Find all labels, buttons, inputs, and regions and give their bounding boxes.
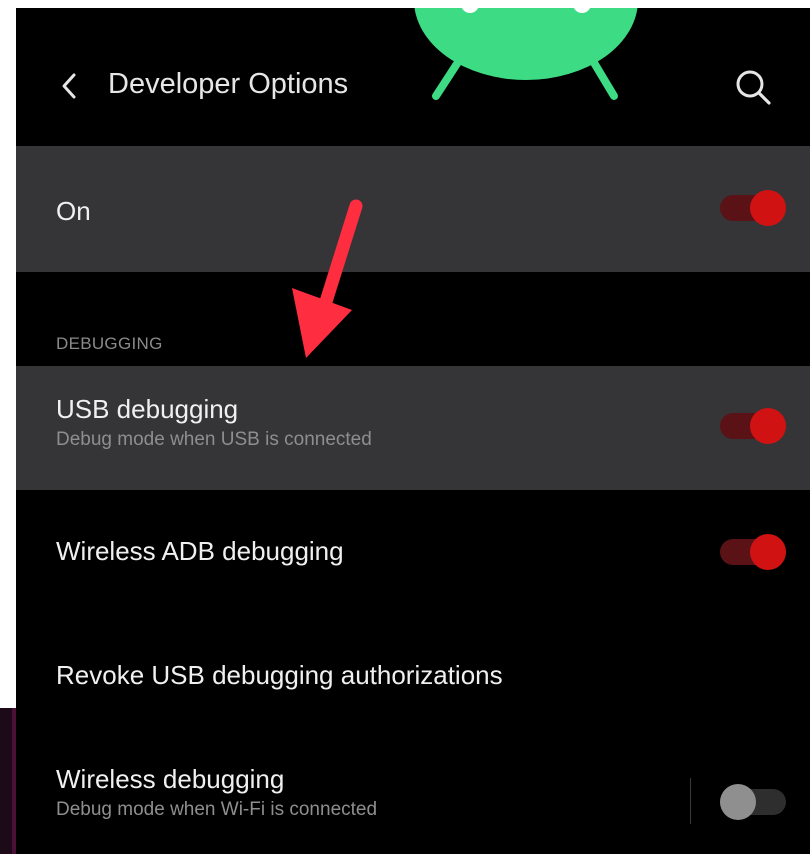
setting-row-usb-debugging[interactable]: USB debugging Debug mode when USB is con… [16, 366, 810, 490]
section-header-debugging: DEBUGGING [56, 334, 163, 353]
left-edge-strip [0, 708, 16, 854]
search-icon [736, 70, 771, 105]
master-switch-toggle[interactable] [720, 190, 786, 226]
setting-row-wireless-adb-debugging[interactable]: Wireless ADB debugging [16, 490, 810, 614]
search-button[interactable] [730, 64, 776, 110]
developer-options-screen: Developer Options On DEBUGGING USB debug… [16, 8, 810, 854]
row-divider [690, 778, 691, 824]
usb-debugging-toggle[interactable] [720, 408, 786, 444]
setting-title: USB debugging [56, 394, 239, 424]
page-title: Developer Options [108, 68, 349, 100]
annotation-arrow-icon [292, 199, 363, 358]
wireless-adb-debugging-toggle[interactable] [720, 534, 786, 570]
setting-title: Revoke USB debugging authorizations [56, 660, 503, 690]
developer-options-master-row[interactable]: On [16, 146, 810, 272]
toggle-knob [750, 408, 786, 444]
back-button[interactable] [52, 66, 86, 106]
setting-title: Wireless debugging [56, 764, 285, 794]
wireless-debugging-toggle[interactable] [720, 784, 786, 820]
chevron-left-icon [62, 73, 76, 99]
toggle-knob [750, 534, 786, 570]
toggle-knob [750, 190, 786, 226]
setting-row-revoke-usb-authorizations[interactable]: Revoke USB debugging authorizations [16, 614, 810, 738]
setting-subtitle: Debug mode when Wi-Fi is connected [56, 799, 378, 820]
master-switch-label: On [56, 196, 91, 226]
toggle-knob [720, 784, 756, 820]
android-mascot-icon [414, 8, 638, 100]
setting-subtitle: Debug mode when USB is connected [56, 429, 372, 450]
setting-title: Wireless ADB debugging [56, 536, 344, 566]
